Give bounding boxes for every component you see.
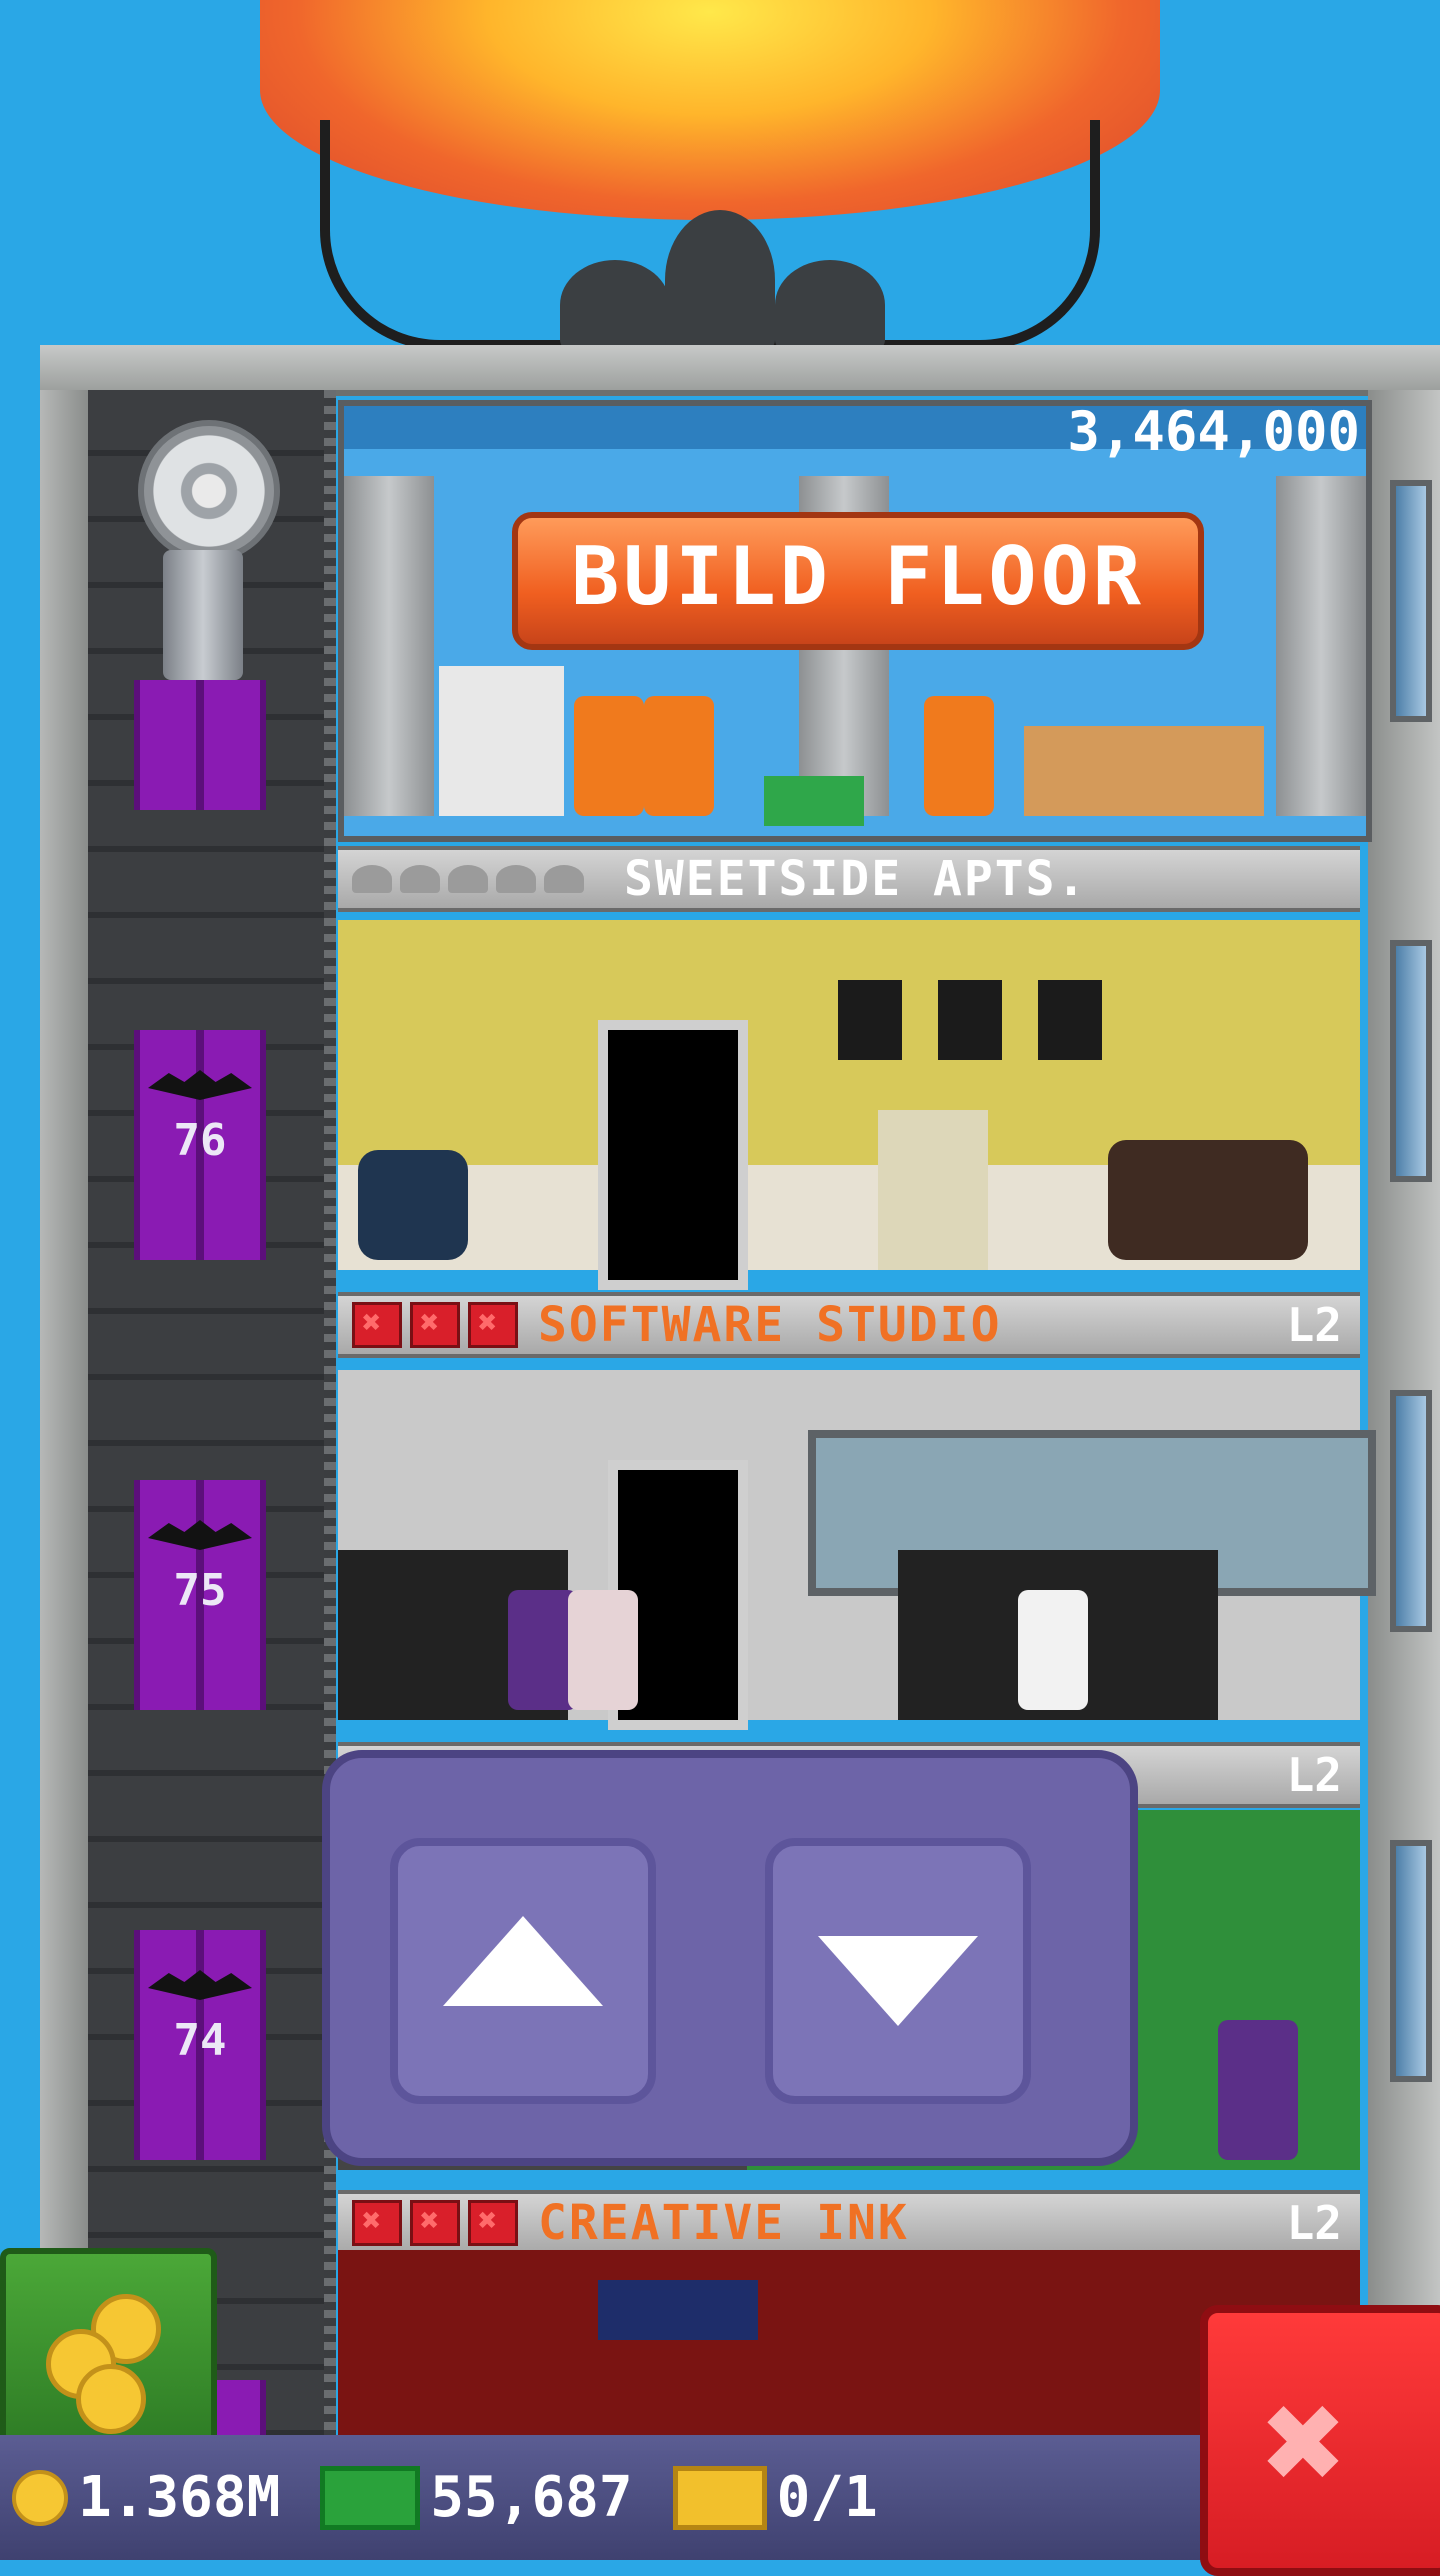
- support-column: [1276, 476, 1366, 816]
- software-studio-floor[interactable]: [338, 1370, 1376, 1730]
- elevator-motor-body: [163, 550, 243, 680]
- tower-window: [1390, 480, 1432, 722]
- elevator-up-button[interactable]: [390, 1838, 656, 2104]
- resident-slots: [352, 865, 584, 893]
- arrow-up-icon: [443, 1916, 603, 2006]
- worker: [1018, 1590, 1088, 1710]
- toolbox: [764, 776, 864, 826]
- floor-level: L2: [1286, 2196, 1342, 2250]
- elevator-floor-number: 74: [173, 2015, 227, 2066]
- build-floor-price: 3,464,000: [1067, 400, 1360, 463]
- floor-label-bar[interactable]: SOFTWARE STUDIO L2: [338, 1292, 1360, 1358]
- elevator-car-top: [134, 680, 266, 810]
- elevator-down-button[interactable]: [765, 1838, 1031, 2104]
- tower-window: [1390, 1840, 1432, 2082]
- close-button[interactable]: ✖: [1200, 2305, 1440, 2576]
- floor-name: CREATIVE INK: [538, 2195, 909, 2251]
- coins-button[interactable]: [0, 2248, 217, 2450]
- wall-picture: [1038, 980, 1102, 1060]
- empty-resident-icon: [352, 865, 392, 893]
- elevator-car[interactable]: 74: [134, 1930, 266, 2160]
- empty-resident-icon: [400, 865, 440, 893]
- bat-icon: [148, 1970, 252, 2000]
- elevator-car[interactable]: 76: [134, 1030, 266, 1260]
- elevator-floor-number: 75: [173, 1565, 227, 1616]
- elevator-motor: [108, 420, 288, 710]
- tower-roof-beam: [40, 345, 1440, 396]
- bux-amount: 55,687: [430, 2465, 633, 2530]
- out-of-stock-icon: [468, 2200, 518, 2246]
- floor-name: SOFTWARE STUDIO: [538, 1297, 1002, 1353]
- wall-picture: [938, 980, 1002, 1060]
- apartment-floor[interactable]: [338, 920, 1360, 1290]
- bat-icon: [148, 1070, 252, 1100]
- stock-indicators: [352, 1302, 518, 1348]
- coins-amount: 1.368M: [78, 2465, 281, 2530]
- empty-resident-icon: [544, 865, 584, 893]
- bat-icon: [148, 1520, 252, 1550]
- out-of-stock-icon: [352, 1302, 402, 1348]
- build-floor-button[interactable]: BUILD FLOOR: [512, 512, 1204, 650]
- ink-sign: [598, 2280, 758, 2340]
- elevator-floor-number: 76: [173, 1115, 227, 1166]
- out-of-stock-icon: [352, 2200, 402, 2246]
- floor-label-bar[interactable]: CREATIVE INK L2: [338, 2190, 1360, 2256]
- worker: [1218, 2020, 1298, 2160]
- floor-level: L2: [1286, 1748, 1342, 1802]
- floor-label-bar[interactable]: SWEETSIDE APTS.: [338, 846, 1360, 912]
- out-of-stock-icon: [410, 2200, 460, 2246]
- burner: [775, 260, 885, 350]
- elevator-control-panel: [322, 1750, 1138, 2166]
- crates: [1024, 726, 1264, 816]
- elevator-car[interactable]: 75: [134, 1480, 266, 1710]
- arrow-down-icon: [818, 1936, 978, 2026]
- empty-resident-icon: [448, 865, 488, 893]
- burner: [560, 260, 670, 350]
- construction-worker: [574, 696, 644, 816]
- cash-icon: [320, 2465, 421, 2530]
- tower-window: [1390, 940, 1432, 1182]
- computer: [878, 1110, 988, 1270]
- support-column: [344, 476, 434, 816]
- sofa: [1108, 1140, 1308, 1260]
- tower-window: [1390, 1390, 1432, 1632]
- tower-left-wall: [40, 390, 88, 2470]
- out-of-stock-icon: [468, 1302, 518, 1348]
- tickets-amount: 0/1: [776, 2465, 878, 2530]
- floor-level: L2: [1286, 1298, 1342, 1352]
- coin-icon: [12, 2469, 68, 2526]
- elevator-wheel: [138, 420, 280, 562]
- empty-resident-icon: [496, 865, 536, 893]
- burner: [665, 210, 775, 350]
- armchair: [358, 1150, 468, 1260]
- construction-worker: [644, 696, 714, 816]
- out-of-stock-icon: [410, 1302, 460, 1348]
- close-icon: ✖: [1263, 2361, 1348, 2524]
- stock-indicators: [352, 2200, 518, 2246]
- worker: [568, 1590, 638, 1710]
- ticket-icon: [672, 2465, 767, 2530]
- wall-picture: [838, 980, 902, 1060]
- coin-icon: [76, 2364, 146, 2434]
- door: [598, 1020, 748, 1290]
- floor-name: SWEETSIDE APTS.: [624, 851, 1088, 907]
- construction-worker: [924, 696, 994, 816]
- material-bags: [439, 666, 564, 816]
